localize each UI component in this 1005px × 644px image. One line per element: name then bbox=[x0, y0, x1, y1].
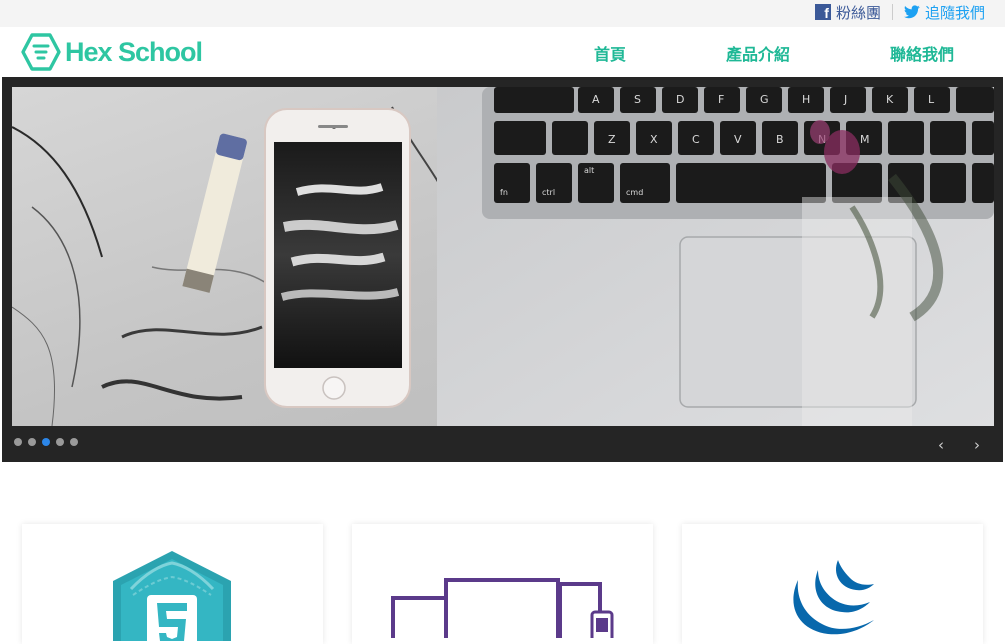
twitter-icon bbox=[903, 5, 920, 19]
key-fn: fn bbox=[500, 188, 508, 197]
facebook-fan-page-label: 粉絲團 bbox=[835, 3, 881, 22]
twitter-follow-label: 追隨我們 bbox=[924, 3, 985, 22]
key-ctrl: ctrl bbox=[542, 188, 555, 197]
responsive-devices-icon bbox=[391, 578, 614, 638]
divider bbox=[891, 4, 893, 20]
twitter-follow-link[interactable]: 追隨我們 bbox=[903, 2, 985, 23]
key-z: Z bbox=[608, 133, 616, 146]
hex-logo-icon bbox=[21, 33, 61, 71]
key-s: S bbox=[634, 93, 641, 106]
key-b: B bbox=[776, 133, 784, 146]
carousel-dot-3[interactable] bbox=[42, 438, 50, 446]
hero-carousel: A S D F G H J K L Z X C V B N M fn ctrl … bbox=[2, 77, 1003, 462]
html5-icon bbox=[113, 551, 231, 641]
feature-card-html5 bbox=[22, 524, 323, 644]
key-c: C bbox=[692, 133, 700, 146]
carousel-dot-5[interactable] bbox=[70, 438, 78, 446]
top-utility-bar: f 粉絲團 追隨我們 bbox=[0, 0, 1005, 27]
key-v: V bbox=[734, 133, 742, 146]
key-m: M bbox=[860, 133, 870, 146]
carousel-slide-image: A S D F G H J K L Z X C V B N M fn ctrl … bbox=[12, 87, 994, 426]
key-d: D bbox=[676, 93, 684, 106]
jquery-icon bbox=[793, 560, 874, 635]
carousel-next-button[interactable]: › bbox=[974, 436, 980, 454]
logo-text: Hex School bbox=[65, 36, 203, 67]
feature-card-responsive bbox=[352, 524, 653, 644]
site-header: Hex School 首頁 產品介紹 聯絡我們 bbox=[0, 27, 1005, 77]
key-alt: alt bbox=[584, 166, 594, 175]
carousel-indicators bbox=[14, 438, 84, 446]
nav-products-link[interactable]: 產品介紹 bbox=[726, 41, 790, 65]
carousel-dot-4[interactable] bbox=[56, 438, 64, 446]
key-k: K bbox=[886, 93, 894, 106]
carousel-dot-1[interactable] bbox=[14, 438, 22, 446]
nav-home-link[interactable]: 首頁 bbox=[594, 41, 626, 65]
key-f: F bbox=[718, 93, 724, 106]
carousel-dot-2[interactable] bbox=[28, 438, 36, 446]
key-l: L bbox=[928, 93, 935, 106]
key-g: G bbox=[760, 93, 769, 106]
key-x: X bbox=[650, 133, 658, 146]
nav-contact-link[interactable]: 聯絡我們 bbox=[890, 41, 954, 65]
site-logo[interactable]: Hex School bbox=[21, 33, 203, 71]
social-links: f 粉絲團 追隨我們 bbox=[814, 2, 985, 23]
key-cmd: cmd bbox=[626, 188, 643, 197]
facebook-fan-page-link[interactable]: f 粉絲團 bbox=[814, 2, 881, 23]
feature-card-jquery bbox=[682, 524, 983, 644]
carousel-prev-button[interactable]: ‹ bbox=[938, 436, 944, 454]
facebook-icon: f bbox=[814, 4, 831, 20]
key-a: A bbox=[592, 93, 600, 106]
key-h: H bbox=[802, 93, 810, 106]
smartphone bbox=[264, 108, 411, 408]
key-j: J bbox=[843, 93, 847, 106]
